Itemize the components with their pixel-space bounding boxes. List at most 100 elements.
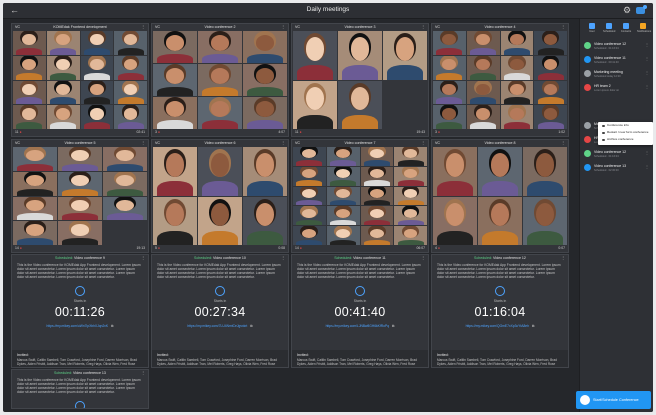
participant-video[interactable] [326,166,360,186]
participant-video[interactable] [466,80,500,105]
participant-video[interactable] [433,55,466,80]
video-tile[interactable]: VC KOMEdak Frontend development ⋮ 11 ● 02:4… [11,23,149,137]
more-icon[interactable]: ⋮ [421,140,425,147]
more-icon[interactable]: ⋮ [645,70,649,75]
participant-video[interactable] [433,80,466,105]
more-icon[interactable]: ⋮ [561,255,565,262]
participant-video[interactable] [360,226,394,245]
copy-icon[interactable]: ⧉ [111,324,113,328]
participant-video[interactable] [153,97,197,129]
participant-video[interactable] [243,147,287,196]
participant-video[interactable] [293,186,326,206]
participant-video[interactable] [13,196,57,221]
scheduled-card[interactable]: Scheduled:Video conference 9 ⋮ This is the… [11,254,149,368]
participant-video[interactable] [80,105,114,129]
participant-video[interactable] [13,55,46,80]
participant-video[interactable] [80,31,114,55]
participant-video[interactable] [293,147,326,166]
more-icon[interactable]: ⋮ [281,255,285,262]
participant-video[interactable] [433,31,466,55]
more-icon[interactable]: ⋮ [281,140,285,147]
participant-video[interactable] [243,31,287,63]
participant-video[interactable] [534,55,567,80]
participant-video[interactable] [500,31,534,55]
sidebar-button-notifications[interactable]: Notifications [637,23,651,33]
more-icon[interactable]: ⋮ [561,140,565,147]
participant-video[interactable] [466,31,500,55]
more-icon[interactable]: ⋮ [421,24,425,31]
participant-video[interactable] [103,171,147,196]
participant-video[interactable] [198,31,242,63]
sidebar-button-user[interactable]: User [586,23,598,33]
sidebar-conference-item[interactable]: Video conference 13 Scheduled · 02:30:00 ⋮ [584,163,650,176]
participant-video[interactable] [394,186,427,206]
participant-video[interactable] [103,147,147,171]
participant-video[interactable] [326,206,360,226]
participant-video[interactable] [394,147,427,166]
scheduled-card[interactable]: Scheduled:Video conference 12 ⋮ This is th… [431,254,569,368]
participant-video[interactable] [534,80,567,105]
participant-video[interactable] [58,196,102,221]
participant-video[interactable] [114,31,147,55]
participant-video[interactable] [338,80,382,129]
participant-video[interactable] [58,171,102,196]
participant-video[interactable] [478,196,522,245]
participant-video[interactable] [46,80,80,105]
more-icon[interactable]: ⋮ [645,164,649,169]
more-icon[interactable]: ⋮ [141,140,145,147]
more-icon[interactable]: ⋮ [645,42,649,47]
participant-video[interactable] [466,105,500,129]
participant-video[interactable] [198,64,242,96]
meeting-link[interactable]: https://my.mikey.com/QGmE7xXp3cYtA8eh [466,324,529,328]
video-tile[interactable]: VC Video conference 5 ⋮ 14 ● 19:13 [11,139,149,253]
more-icon[interactable]: ⋮ [281,24,285,31]
participant-video[interactable] [523,196,567,245]
participant-video[interactable] [394,226,427,245]
participant-video[interactable] [500,55,534,80]
scheduled-card[interactable]: Scheduled:Video conference 13 ⋮ This is th… [11,369,149,409]
participant-video[interactable] [243,64,287,96]
participant-video[interactable] [13,105,46,129]
participant-video[interactable] [58,147,102,171]
sidebar-conference-item[interactable]: Video conference 11 Scheduled · 00:41:40 ⋮ [584,55,650,68]
participant-video[interactable] [153,64,197,96]
participant-video[interactable] [13,80,46,105]
participant-video[interactable] [80,80,114,105]
start-schedule-button[interactable]: Start/Schedule Conference [576,391,651,409]
sidebar-conference-item[interactable]: Video conference 12 Scheduled · 01:16:04 ⋮ [584,149,650,162]
participant-video[interactable] [433,147,477,196]
more-icon[interactable]: ⋮ [645,56,649,61]
more-icon[interactable]: ⋮ [421,255,425,262]
scheduled-card[interactable]: Scheduled:Video conference 10 ⋮ This is th… [151,254,289,368]
participant-video[interactable] [114,80,147,105]
meeting-link[interactable]: https://my.mikey.com/LJNBw8GH6kKfRoPq [326,324,389,328]
participant-video[interactable] [383,31,427,80]
copy-icon[interactable]: ⧉ [532,324,534,328]
participant-video[interactable] [293,166,326,186]
participant-video[interactable] [153,196,197,245]
sidebar-button-scheduled[interactable]: Scheduled [603,23,615,33]
video-tile[interactable]: VC Video conference 8 ⋮ 4 ● 0:07 [431,139,569,253]
participant-video[interactable] [433,105,466,129]
participant-video[interactable] [13,171,57,196]
more-icon[interactable]: ⋮ [561,24,565,31]
participant-video[interactable] [293,226,326,245]
video-tile[interactable]: VC Video conference 2 ⋮ 3 ● 4:07 [151,23,289,137]
participant-video[interactable] [433,196,477,245]
participant-video[interactable] [394,206,427,226]
sidebar-conference-item[interactable]: Video conference 12 Scheduled · 01:16:04 ⋮ [584,41,650,54]
more-icon[interactable]: ⋮ [141,370,145,377]
participant-video[interactable] [198,147,242,196]
participant-video[interactable] [243,196,287,245]
participant-video[interactable] [293,80,337,129]
video-tile[interactable]: VC Video conference 3 ⋮ 11 ● 19:43 [291,23,429,137]
participant-video[interactable] [523,147,567,196]
sidebar-conference-item[interactable]: Marketing meetingScheduled today 12:30 ⋮ [584,69,650,82]
more-icon[interactable]: ⋮ [645,150,649,155]
video-tile[interactable]: VC Video conference 4 ⋮ 3 ● 1:02 [431,23,569,137]
participant-video[interactable] [360,206,394,226]
more-icon[interactable]: ⋮ [141,255,145,262]
meeting-link[interactable]: https://my.mikey.com/7LU4NmtCeJgvxkrt [187,324,247,328]
participant-video[interactable] [534,105,567,129]
scheduled-card[interactable]: Scheduled:Video conference 11 ⋮ This is th… [291,254,429,368]
